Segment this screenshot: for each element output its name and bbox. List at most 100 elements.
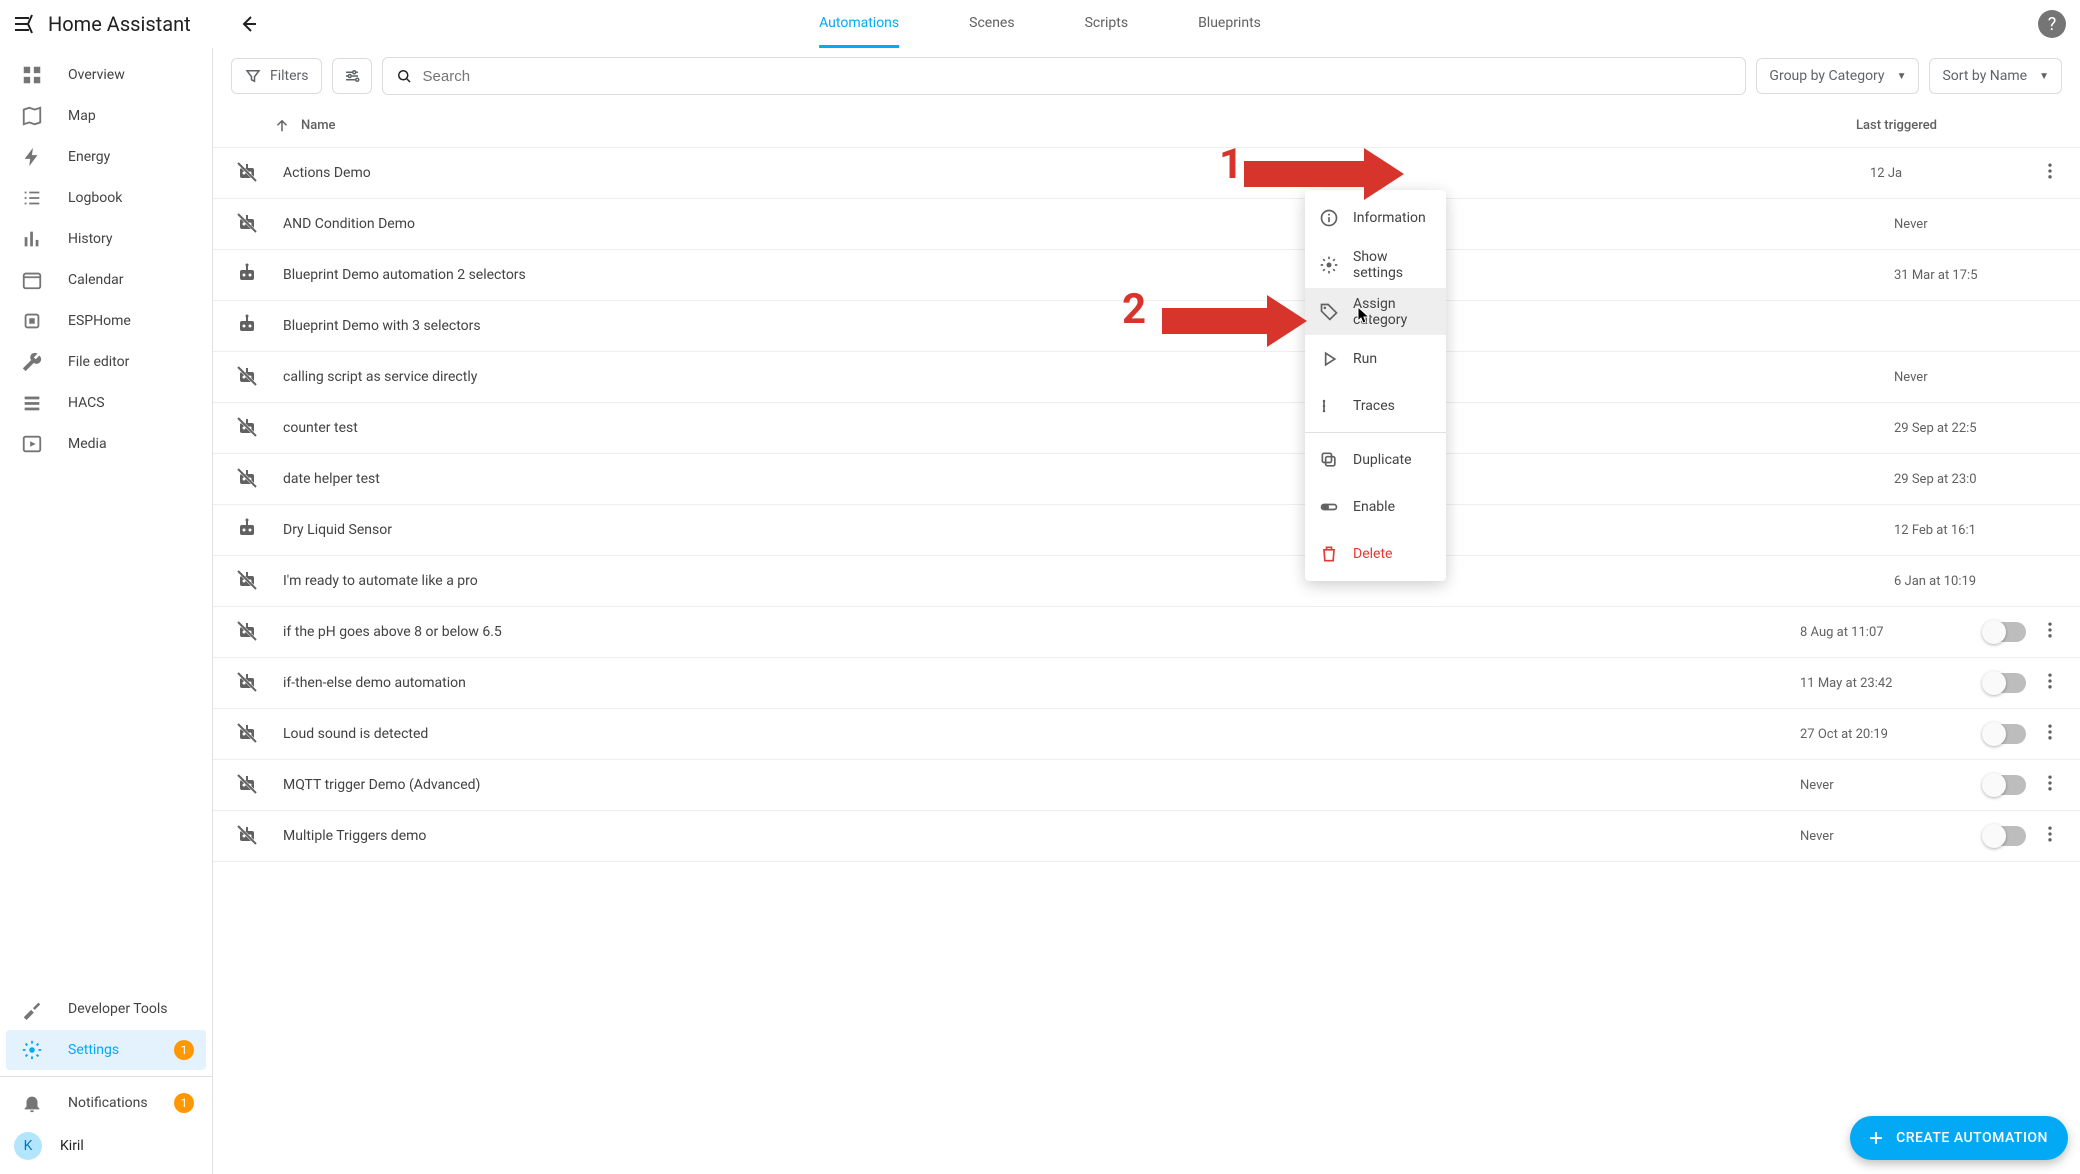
ctx-label: Run [1353, 351, 1377, 367]
ctx-label: Enable [1353, 499, 1395, 515]
tab-automations[interactable]: Automations [819, 0, 899, 48]
ctx-label: Information [1353, 210, 1426, 226]
sidebar: Overview Map Energy Logbook History Cale… [0, 48, 213, 1174]
row-overflow-button[interactable] [2040, 620, 2064, 644]
sidebar-item-file-editor[interactable]: File editor [6, 342, 206, 382]
sidebar-item-label: Media [68, 436, 107, 452]
automation-row[interactable]: Multiple Triggers demoNever [213, 811, 2080, 862]
toggle-icon [1319, 497, 1339, 517]
sidebar-item-developer-tools[interactable]: Developer Tools [6, 989, 206, 1029]
row-overflow-button[interactable] [2040, 161, 2064, 185]
ctx-duplicate[interactable]: Duplicate [1305, 436, 1446, 483]
fab-label: CREATE AUTOMATION [1896, 1130, 2048, 1146]
sidebar-item-logbook[interactable]: Logbook [6, 178, 206, 218]
trash-icon [1319, 544, 1339, 564]
automation-row[interactable]: MQTT trigger Demo (Advanced)Never [213, 760, 2080, 811]
sidebar-item-label: Overview [68, 67, 125, 83]
automation-name: AND Condition Demo [283, 216, 1894, 232]
ctx-delete[interactable]: Delete [1305, 530, 1446, 577]
robot-icon [235, 313, 261, 339]
sidebar-user[interactable]: KKiril [0, 1124, 212, 1168]
automation-row[interactable]: Blueprint Demo with 3 selectors [213, 301, 2080, 352]
filters-label: Filters [270, 68, 309, 84]
automation-row[interactable]: if the pH goes above 8 or below 6.58 Aug… [213, 607, 2080, 658]
info-icon [1319, 208, 1339, 228]
sidebar-item-media[interactable]: Media [6, 424, 206, 464]
search-input[interactable] [423, 68, 1734, 85]
hammer-icon [20, 997, 44, 1021]
top-bar: Home Assistant Automations Scenes Script… [0, 0, 2080, 48]
enable-toggle[interactable] [1984, 622, 2026, 642]
row-overflow-button[interactable] [2040, 671, 2064, 695]
sidebar-item-overview[interactable]: Overview [6, 55, 206, 95]
tab-scenes[interactable]: Scenes [969, 0, 1014, 48]
row-overflow-button[interactable] [2040, 722, 2064, 746]
sidebar-item-notifications[interactable]: Notifications1 [6, 1083, 206, 1123]
sort-asc-icon[interactable] [273, 117, 291, 135]
automation-row[interactable]: Actions Demo12 Ja [213, 148, 2080, 199]
sidebar-item-label: Calendar [68, 272, 124, 288]
enable-toggle[interactable] [1984, 724, 2026, 744]
automation-name: if the pH goes above 8 or below 6.5 [283, 624, 1800, 640]
sidebar-item-hacs[interactable]: HACS [6, 383, 206, 423]
hacs-icon [20, 391, 44, 415]
tab-scripts[interactable]: Scripts [1085, 0, 1128, 48]
automation-row[interactable]: counter test29 Sep at 22:5 [213, 403, 2080, 454]
back-button[interactable] [225, 0, 273, 48]
automation-row[interactable]: AND Condition DemoNever [213, 199, 2080, 250]
sort-by-label: Sort by Name [1942, 68, 2027, 84]
search-field[interactable] [382, 57, 1747, 95]
automation-row[interactable]: Loud sound is detected27 Oct at 20:19 [213, 709, 2080, 760]
last-triggered: 12 Feb at 16:1 [1894, 523, 2064, 538]
sidebar-item-history[interactable]: History [6, 219, 206, 259]
sidebar-item-label: Energy [68, 149, 110, 165]
ctx-enable[interactable]: Enable [1305, 483, 1446, 530]
automation-row[interactable]: calling script as service directlyNever [213, 352, 2080, 403]
enable-toggle[interactable] [1984, 826, 2026, 846]
automation-row[interactable]: Blueprint Demo automation 2 selectors31 … [213, 250, 2080, 301]
filters-button[interactable]: Filters [231, 58, 322, 94]
menu-button[interactable] [0, 0, 48, 48]
automation-row[interactable]: Dry Liquid Sensor12 Feb at 16:1 [213, 505, 2080, 556]
sidebar-item-settings[interactable]: Settings1 [6, 1030, 206, 1070]
row-overflow-button[interactable] [2040, 824, 2064, 848]
robot-off-icon [235, 364, 261, 390]
help-button[interactable]: ? [2038, 10, 2066, 38]
ctx-show-settings[interactable]: Show settings [1305, 241, 1446, 288]
tune-button[interactable] [332, 58, 372, 94]
automation-name: Multiple Triggers demo [283, 828, 1800, 844]
sidebar-item-calendar[interactable]: Calendar [6, 260, 206, 300]
enable-toggle[interactable] [1984, 673, 2026, 693]
column-name[interactable]: Name [301, 118, 1856, 133]
sort-by-button[interactable]: Sort by Name▼ [1929, 58, 2062, 94]
automation-name: Dry Liquid Sensor [283, 522, 1894, 538]
robot-off-icon [235, 211, 261, 237]
ctx-information[interactable]: Information [1305, 194, 1446, 241]
automation-row[interactable]: I'm ready to automate like a pro6 Jan at… [213, 556, 2080, 607]
divider [0, 1076, 212, 1077]
robot-icon [235, 517, 261, 543]
group-by-button[interactable]: Group by Category▼ [1756, 58, 1919, 94]
automation-row[interactable]: date helper test29 Sep at 23:0 [213, 454, 2080, 505]
row-overflow-button[interactable] [2040, 773, 2064, 797]
ctx-run[interactable]: Run [1305, 335, 1446, 382]
chart-icon [20, 227, 44, 251]
sidebar-item-label: File editor [68, 354, 129, 370]
enable-toggle[interactable] [1984, 775, 2026, 795]
ctx-assign-category[interactable]: Assign category [1305, 288, 1446, 335]
automation-name: Actions Demo [283, 165, 1870, 181]
column-last-triggered[interactable]: Last triggered [1856, 118, 2056, 133]
duplicate-icon [1319, 450, 1339, 470]
sidebar-item-esphome[interactable]: ESPHome [6, 301, 206, 341]
last-triggered: 12 Ja [1870, 166, 2040, 181]
automation-row[interactable]: if-then-else demo automation11 May at 23… [213, 658, 2080, 709]
user-name: Kiril [60, 1138, 84, 1154]
sidebar-item-map[interactable]: Map [6, 96, 206, 136]
plus-icon [1866, 1128, 1886, 1148]
tab-blueprints[interactable]: Blueprints [1198, 0, 1261, 48]
tune-icon [343, 67, 361, 85]
ctx-traces[interactable]: Traces [1305, 382, 1446, 429]
create-automation-button[interactable]: CREATE AUTOMATION [1850, 1116, 2068, 1160]
sidebar-item-energy[interactable]: Energy [6, 137, 206, 177]
last-triggered: 29 Sep at 22:5 [1894, 421, 2064, 436]
